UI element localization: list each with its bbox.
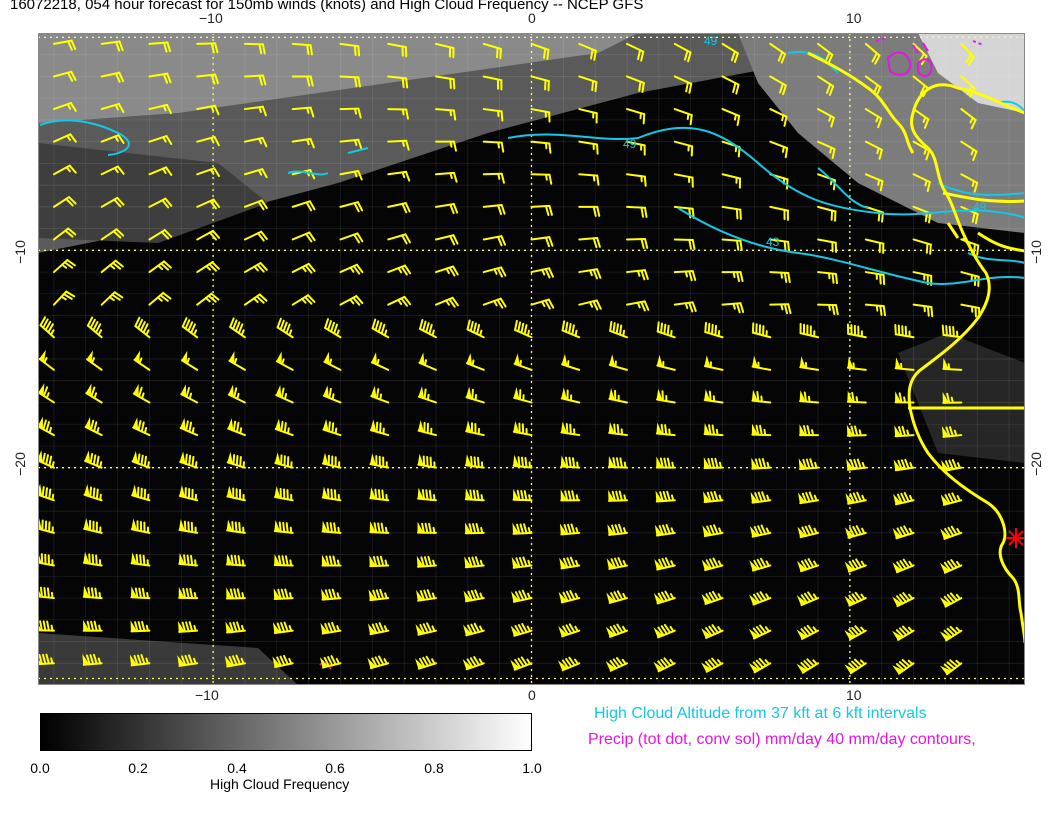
contour-label-2: 49 xyxy=(973,200,987,214)
left-tick-minus10: −10 xyxy=(11,240,28,264)
top-tick-minus10: −10 xyxy=(199,10,223,26)
precip-legend: Precip (tot dot, conv sol) mm/day 40 mm/… xyxy=(588,731,976,748)
colorbar-tick-0: 0.0 xyxy=(30,760,50,776)
bottom-tick-10: 10 xyxy=(846,687,862,703)
contour-label-1: 49 xyxy=(623,137,637,151)
top-tick-10: 10 xyxy=(846,10,862,26)
contour-label-4: 43 xyxy=(766,235,780,249)
right-tick-minus10: −10 xyxy=(1027,240,1044,264)
colorbar-tick-1: 0.2 xyxy=(128,760,148,776)
forecast-map: 49 49 49 43 xyxy=(38,33,1025,685)
colorbar-tick-3: 0.6 xyxy=(325,760,345,776)
altitude-legend: High Cloud Altitude from 37 kft at 6 kft… xyxy=(594,705,927,722)
right-tick-minus20: −20 xyxy=(1027,452,1044,476)
colorbar-tick-2: 0.4 xyxy=(227,760,247,776)
colorbar-label: High Cloud Frequency xyxy=(210,776,350,792)
colorbar-tick-4: 0.8 xyxy=(424,760,444,776)
contour-label-3: 49 xyxy=(704,34,718,48)
bottom-tick-minus10: −10 xyxy=(195,687,219,703)
page-title: 16072218, 054 hour forecast for 150mb wi… xyxy=(10,0,644,13)
left-tick-minus20: −20 xyxy=(11,452,28,476)
top-tick-0: 0 xyxy=(528,10,536,26)
colorbar-tick-5: 1.0 xyxy=(522,760,542,776)
bottom-tick-0: 0 xyxy=(528,687,536,703)
colorbar xyxy=(40,713,532,751)
